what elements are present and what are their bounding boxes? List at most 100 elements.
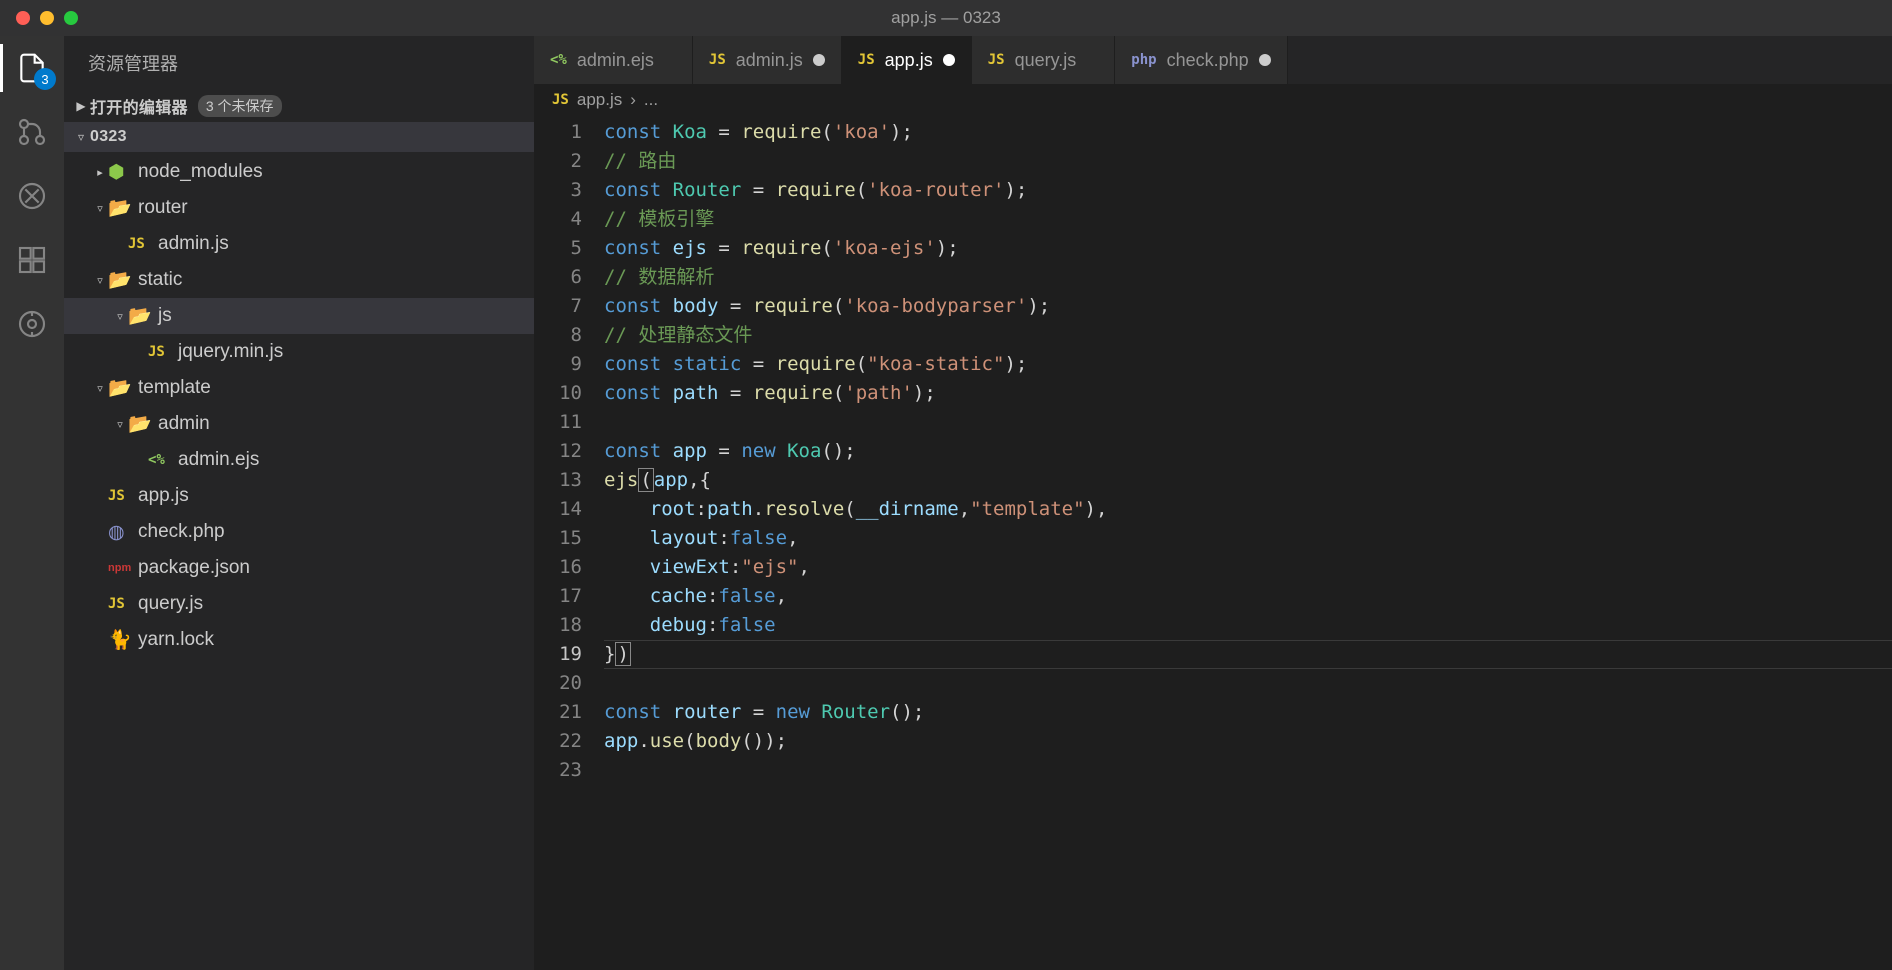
code-line[interactable]: viewExt:"ejs",: [604, 553, 1892, 582]
dirty-indicator-icon: [1259, 54, 1271, 66]
tree-folder[interactable]: ▿📂admin: [64, 406, 534, 442]
tree-folder[interactable]: ▿📂template: [64, 370, 534, 406]
tree-item-label: static: [138, 269, 182, 291]
code-area[interactable]: 1234567891011121314151617181920212223 co…: [534, 116, 1892, 970]
chevron-icon: ▿: [92, 382, 108, 395]
file-type-icon: <%: [550, 52, 567, 68]
code-line[interactable]: app.use(body());: [604, 727, 1892, 756]
file-type-icon: JS: [709, 52, 726, 68]
open-editors-header[interactable]: ▶ 打开的编辑器 3 个未保存: [64, 90, 534, 122]
code-line[interactable]: const Koa = require('koa');: [604, 118, 1892, 147]
code-line[interactable]: layout:false,: [604, 524, 1892, 553]
code-line[interactable]: }): [604, 640, 1892, 669]
code-line[interactable]: const path = require('path');: [604, 379, 1892, 408]
tree-file[interactable]: JSapp.js: [64, 478, 534, 514]
code-line[interactable]: [604, 756, 1892, 785]
tree-item-label: admin.js: [158, 233, 229, 255]
code-line[interactable]: // 路由: [604, 147, 1892, 176]
code-line[interactable]: root:path.resolve(__dirname,"template"),: [604, 495, 1892, 524]
minimize-window-button[interactable]: [40, 11, 54, 25]
window-controls: [0, 11, 78, 25]
gitlens-icon[interactable]: [14, 306, 50, 342]
dirty-indicator-icon: [943, 54, 955, 66]
tab[interactable]: JS admin.js: [693, 36, 842, 84]
chevron-icon: ▿: [112, 310, 128, 323]
line-gutter: 1234567891011121314151617181920212223: [534, 116, 604, 970]
window-title: app.js — 0323: [891, 8, 1001, 28]
code-line[interactable]: // 数据解析: [604, 263, 1892, 292]
tree-file[interactable]: JSquery.js: [64, 586, 534, 622]
tree-item-label: template: [138, 377, 211, 399]
tree-item-label: jquery.min.js: [178, 341, 283, 363]
code-line[interactable]: const Router = require('koa-router');: [604, 176, 1892, 205]
code-line[interactable]: const router = new Router();: [604, 698, 1892, 727]
debug-icon[interactable]: [14, 178, 50, 214]
tab-label: admin.js: [736, 50, 803, 71]
tree-item-label: app.js: [138, 485, 189, 507]
tree-folder[interactable]: ▿📂static: [64, 262, 534, 298]
tree-item-label: query.js: [138, 593, 203, 615]
code-line[interactable]: debug:false: [604, 611, 1892, 640]
tab-label: admin.ejs: [577, 50, 654, 71]
tab[interactable]: JS query.js: [972, 36, 1116, 84]
tab[interactable]: <% admin.ejs: [534, 36, 693, 84]
activity-bar: 3: [0, 36, 64, 970]
code-content[interactable]: const Koa = require('koa');// 路由const Ro…: [604, 116, 1892, 970]
file-tree: ▸⬢node_modules▿📂routerJSadmin.js▿📂static…: [64, 152, 534, 970]
tree-item-label: check.php: [138, 521, 225, 543]
tree-item-label: admin: [158, 413, 210, 435]
breadcrumb-file: app.js: [577, 90, 622, 110]
tree-folder[interactable]: ▿📂router: [64, 190, 534, 226]
code-line[interactable]: const static = require("koa-static");: [604, 350, 1892, 379]
breadcrumb[interactable]: JS app.js › ...: [534, 84, 1892, 116]
close-window-button[interactable]: [16, 11, 30, 25]
code-line[interactable]: ejs(app,{: [604, 466, 1892, 495]
tree-file[interactable]: JSjquery.min.js: [64, 334, 534, 370]
tree-folder[interactable]: ▿📂js: [64, 298, 534, 334]
zoom-window-button[interactable]: [64, 11, 78, 25]
explorer-icon[interactable]: 3: [14, 50, 50, 86]
tree-file[interactable]: npmpackage.json: [64, 550, 534, 586]
tree-file[interactable]: <%admin.ejs: [64, 442, 534, 478]
chevron-icon: ▿: [92, 274, 108, 287]
tree-item-label: yarn.lock: [138, 629, 214, 651]
tree-item-label: router: [138, 197, 188, 219]
code-line[interactable]: const app = new Koa();: [604, 437, 1892, 466]
chevron-icon: ▿: [92, 202, 108, 215]
tab[interactable]: JSapp.js: [842, 36, 972, 84]
tree-file[interactable]: 🐈yarn.lock: [64, 622, 534, 658]
tab[interactable]: php check.php: [1115, 36, 1287, 84]
explorer-badge: 3: [34, 68, 56, 90]
code-line[interactable]: // 处理静态文件: [604, 321, 1892, 350]
code-line[interactable]: const ejs = require('koa-ejs');: [604, 234, 1892, 263]
code-line[interactable]: cache:false,: [604, 582, 1892, 611]
code-line[interactable]: // 模板引擎: [604, 205, 1892, 234]
tree-file[interactable]: ◍check.php: [64, 514, 534, 550]
chevron-down-icon: ▿: [72, 130, 90, 144]
code-line[interactable]: [604, 408, 1892, 437]
file-type-icon: php: [1131, 52, 1156, 68]
extensions-icon[interactable]: [14, 242, 50, 278]
sidebar: 资源管理器 ▶ 打开的编辑器 3 个未保存 ▿ 0323 ▸⬢node_modu…: [64, 36, 534, 970]
code-line[interactable]: const body = require('koa-bodyparser');: [604, 292, 1892, 321]
tab-label: check.php: [1167, 50, 1249, 71]
code-line[interactable]: [604, 669, 1892, 698]
file-type-icon: JS: [858, 52, 875, 68]
tab-label: query.js: [1015, 50, 1077, 71]
project-name: 0323: [90, 128, 127, 146]
chevron-icon: ▿: [112, 418, 128, 431]
editor-area: <%admin.ejsJSadmin.jsJSapp.jsJSquery.jsp…: [534, 36, 1892, 970]
open-editors-label: 打开的编辑器: [90, 94, 188, 118]
tree-item-label: package.json: [138, 557, 250, 579]
tree-file[interactable]: JSadmin.js: [64, 226, 534, 262]
file-type-icon: JS: [988, 52, 1005, 68]
tabs: <%admin.ejsJSadmin.jsJSapp.jsJSquery.jsp…: [534, 36, 1892, 84]
unsaved-pill: 3 个未保存: [198, 95, 282, 117]
breadcrumb-sep: ›: [630, 90, 636, 110]
scm-icon[interactable]: [14, 114, 50, 150]
tree-folder[interactable]: ▸⬢node_modules: [64, 154, 534, 190]
chevron-icon: ▸: [92, 166, 108, 179]
tree-item-label: admin.ejs: [178, 449, 259, 471]
project-header[interactable]: ▿ 0323: [64, 122, 534, 152]
titlebar: app.js — 0323: [0, 0, 1892, 36]
